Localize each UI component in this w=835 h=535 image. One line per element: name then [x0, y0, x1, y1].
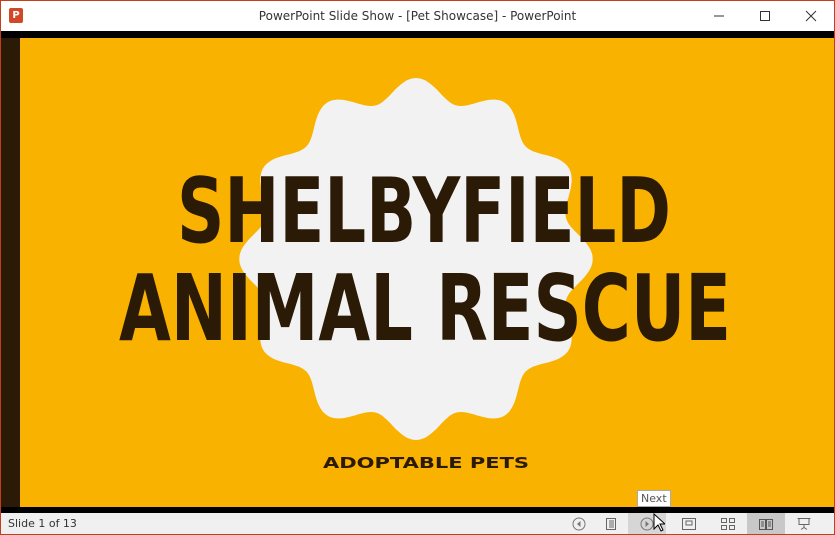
minimize-icon — [714, 15, 724, 17]
slide-sorter-icon — [721, 517, 735, 530]
title-bar: P PowerPoint Slide Show - [Pet Showcase]… — [1, 1, 834, 31]
slide-title-line1: SHELBYFIELD — [177, 159, 671, 264]
previous-icon — [572, 517, 586, 530]
next-icon — [640, 517, 654, 530]
close-icon — [805, 10, 817, 22]
mouse-cursor-icon — [653, 513, 665, 532]
slide-notes-button[interactable] — [592, 513, 630, 534]
slide-artwork: SHELBYFIELD ANIMAL RESCUE ADOPTABLE PETS — [119, 78, 731, 472]
slide-show-icon — [797, 518, 811, 530]
maximize-button[interactable] — [742, 1, 788, 31]
normal-view-icon — [682, 517, 696, 530]
maximize-icon — [760, 11, 770, 21]
slide[interactable]: SHELBYFIELD ANIMAL RESCUE ADOPTABLE PETS — [1, 38, 834, 507]
next-tooltip: Next — [637, 490, 671, 507]
notes-icon — [606, 517, 616, 530]
slide-sorter-button[interactable] — [709, 513, 747, 534]
status-bar: Slide 1 of 13 — [1, 513, 834, 534]
slide-show-stage[interactable]: SHELBYFIELD ANIMAL RESCUE ADOPTABLE PETS — [1, 31, 834, 513]
slide-subtitle: ADOPTABLE PETS — [323, 454, 529, 472]
reading-view-icon — [759, 518, 773, 530]
minimize-button[interactable] — [696, 1, 742, 31]
reading-view-button[interactable] — [747, 513, 785, 534]
slide-show-button[interactable] — [785, 513, 823, 534]
slide-counter: Slide 1 of 13 — [8, 517, 77, 530]
normal-view-button[interactable] — [670, 513, 708, 534]
close-button[interactable] — [788, 1, 834, 31]
slide-title-line2: ANIMAL RESCUE — [119, 255, 731, 362]
powerpoint-window: P PowerPoint Slide Show - [Pet Showcase]… — [0, 0, 835, 535]
